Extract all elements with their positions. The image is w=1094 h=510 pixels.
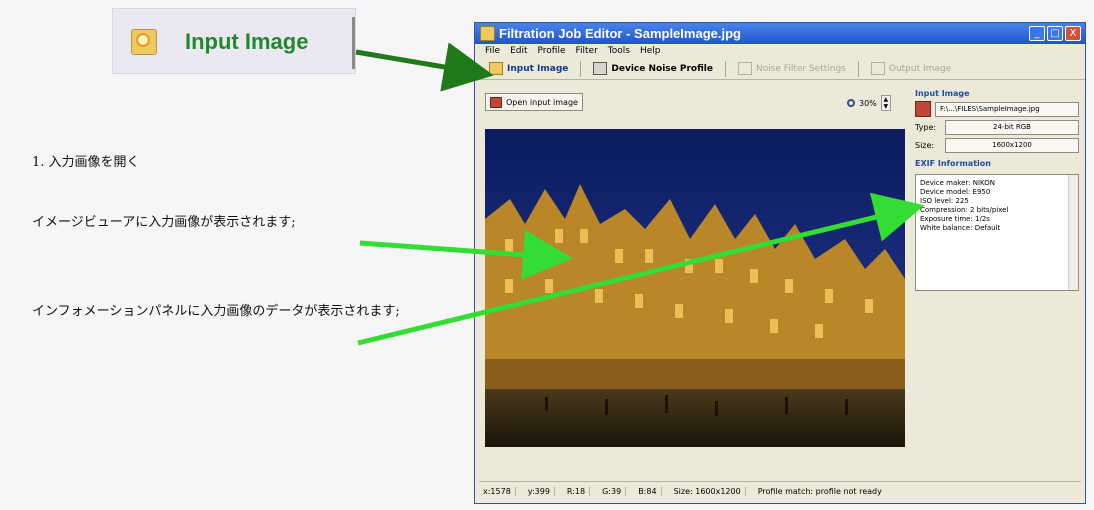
tab-label: Device Noise Profile (611, 63, 713, 74)
filter-icon (737, 62, 752, 75)
menu-file[interactable]: File (485, 46, 500, 56)
arrow-to-tab (355, 42, 494, 92)
file-icon (915, 101, 931, 117)
minimize-button[interactable]: _ (1029, 26, 1045, 41)
tab-input-image[interactable]: Input Image (483, 60, 574, 78)
magnifier-icon (847, 99, 855, 107)
exif-line: Exposure time: 1/2s (920, 215, 990, 223)
menu-bar: File Edit Profile Filter Tools Help (475, 44, 1085, 58)
exif-list[interactable]: Device maker: NIKON Device model: E950 I… (915, 174, 1079, 291)
exif-line: ISO level: 225 (920, 197, 969, 205)
callout-input-image: Input Image (112, 8, 356, 74)
exif-header: EXIF Information (915, 159, 991, 168)
exif-line: Device model: E950 (920, 188, 991, 196)
step-title: 1. 入力画像を開く (32, 155, 140, 170)
menu-filter[interactable]: Filter (575, 46, 597, 56)
app-icon (480, 26, 495, 41)
callout-label: Input Image (185, 29, 309, 54)
tab-device-noise-profile[interactable]: Device Noise Profile (587, 60, 719, 78)
tab-label: Input Image (507, 63, 569, 74)
image-viewer[interactable] (485, 129, 905, 447)
open-file-icon (490, 96, 502, 108)
callout-divider (352, 17, 355, 69)
open-input-image-button[interactable]: Open input image (485, 93, 583, 111)
separator (580, 60, 582, 77)
status-x: x:1578 (479, 486, 516, 496)
title-bar[interactable]: Filtration Job Editor - SampleImage.jpg … (475, 23, 1085, 44)
tab-output-image[interactable]: Output Image (865, 60, 957, 78)
zoom-value: 30% (859, 98, 877, 108)
tab-label: Output Image (888, 63, 952, 74)
app-window: Filtration Job Editor - SampleImage.jpg … (474, 22, 1086, 504)
output-image-icon (870, 62, 885, 75)
image-pane: Open input image 30% ▲ ▼ (483, 89, 905, 469)
separator (724, 60, 726, 77)
zoom-spinner[interactable]: ▲ ▼ (880, 95, 891, 111)
status-b: B:84 (634, 486, 662, 496)
note-viewer: イメージビューアに入力画像が表示されます; (32, 215, 296, 230)
window-title: Filtration Job Editor - SampleImage.jpg (499, 26, 741, 41)
status-size: Size: 1600x1200 (670, 486, 746, 496)
tab-noise-filter-settings[interactable]: Noise Filter Settings (732, 60, 852, 78)
info-panel: Input Image F:\...\FILES\SampleImage.jpg… (915, 89, 1079, 469)
type-label: Type: (915, 123, 937, 132)
status-profile: Profile match: profile not ready (757, 486, 882, 496)
status-r: R:18 (563, 486, 591, 496)
file-path-field: F:\...\FILES\SampleImage.jpg (935, 101, 1079, 117)
camera-icon (593, 62, 608, 75)
input-image-header: Input Image (915, 89, 970, 98)
menu-edit[interactable]: Edit (510, 46, 527, 56)
input-image-icon (131, 29, 157, 55)
night-square-photo (485, 129, 905, 447)
tab-toolbar: Input Image Device Noise Profile Noise F… (475, 58, 1085, 80)
type-value: 24-bit RGB (945, 120, 1079, 135)
menu-profile[interactable]: Profile (538, 46, 566, 56)
size-label: Size: (915, 141, 935, 150)
size-value: 1600x1200 (945, 138, 1079, 153)
status-g: G:39 (598, 486, 627, 496)
menu-tools[interactable]: Tools (608, 46, 630, 56)
exif-line: White balance: Default (920, 224, 1001, 232)
maximize-button[interactable]: □ (1047, 26, 1063, 41)
note-info-panel: インフォメーションパネルに入力画像のデータが表示されます; (32, 304, 400, 319)
exif-scrollbar[interactable] (1068, 175, 1078, 290)
exif-line: Compression: 2 bits/pixel (920, 206, 1009, 214)
status-bar: x:1578 y:399 R:18 G:39 B:84 Size: 1600x1… (479, 481, 1081, 500)
open-button-label: Open input image (506, 97, 578, 107)
status-y: y:399 (524, 486, 555, 496)
tab-label: Noise Filter Settings (755, 63, 846, 74)
close-button[interactable]: X (1065, 26, 1081, 41)
zoom-control[interactable]: 30% ▲ ▼ (847, 95, 891, 111)
exif-line: Device maker: NIKON (920, 179, 995, 187)
separator (857, 60, 859, 77)
menu-help[interactable]: Help (640, 46, 661, 56)
input-image-icon (489, 62, 503, 75)
